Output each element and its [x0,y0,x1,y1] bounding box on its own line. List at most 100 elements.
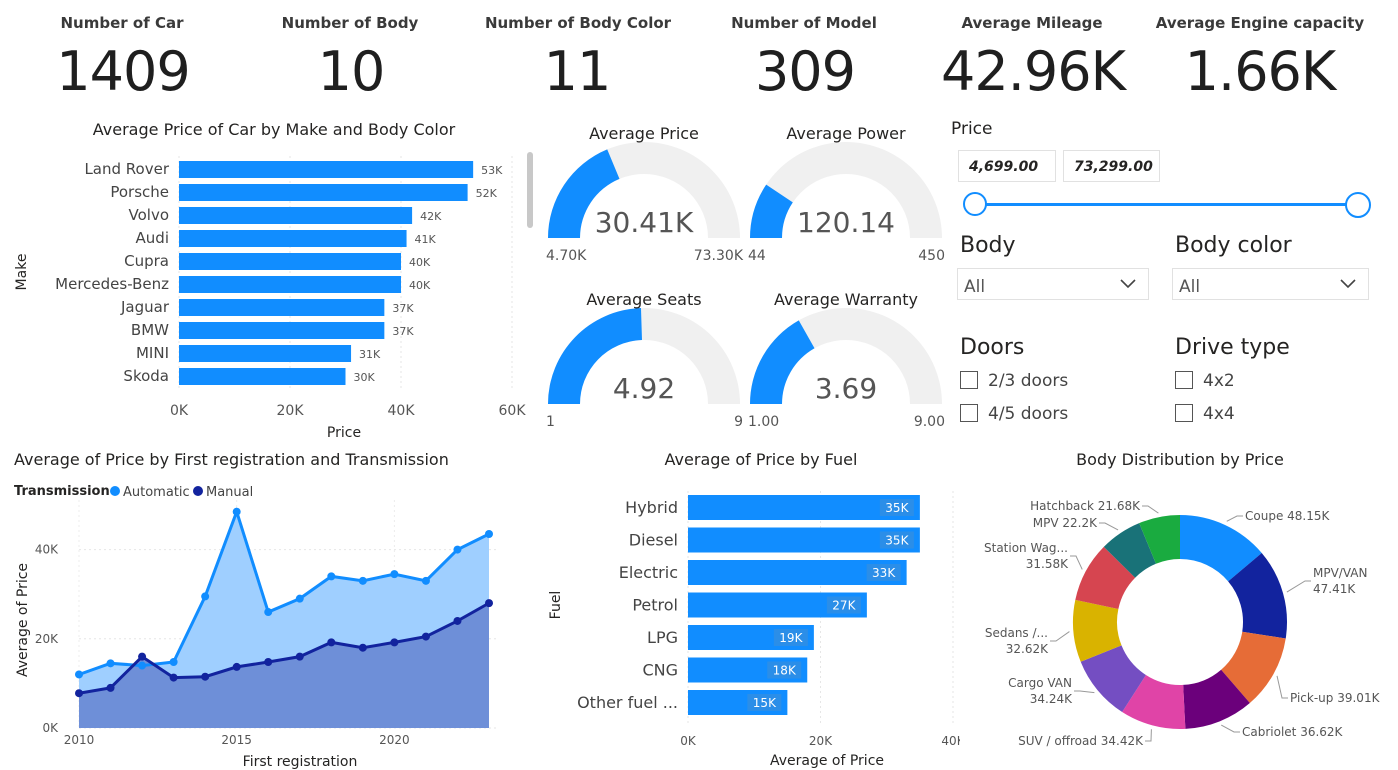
data-point [138,661,147,670]
slice-label: Hatchback 21.68K [1030,499,1141,513]
price-max-input[interactable]: 73,299.00 [1063,150,1160,182]
gauge-fill [750,320,815,404]
kpi-label: Average Engine capacity [1155,14,1365,32]
category-label: Audi [136,229,169,247]
category-label: Petrol [632,596,678,615]
data-label: 35K [885,534,909,548]
body-color-dropdown-value: All [1179,277,1201,297]
leader-line [1050,631,1070,642]
doors-option-2-3[interactable]: 2/3 doors [960,371,1068,391]
x-tick-label: 2020 [379,733,410,747]
data-point [232,662,241,671]
gauge-min-label: 1 [546,414,555,430]
leader-line [1099,522,1119,531]
kpi-value: 10 [317,40,386,103]
data-point [201,592,210,601]
y-tick-label: 0K [42,721,59,735]
leader-line [1070,555,1083,570]
scrollbar-thumb [527,152,533,228]
body-dropdown[interactable]: All [957,268,1149,300]
price-slider-track[interactable] [976,203,1358,206]
slice-value: 47.41K [1313,582,1356,596]
data-point [453,616,462,625]
y-tick-label: 20K [35,632,59,646]
category-label: Mercedes-Benz [55,275,169,293]
gauge-title: Average Power [786,124,906,143]
kpi-value: 1409 [56,40,190,103]
checkbox[interactable] [1175,404,1193,422]
x-tick-label: 0K [170,403,189,419]
gauge-max-label: 9 [734,414,743,430]
kpi-label: Average Mileage [961,14,1103,32]
legend-title: Transmission [14,484,110,499]
doors-option-label: 2/3 doors [988,371,1069,391]
category-label: Land Rover [84,160,169,178]
price-min-input[interactable]: 4,699.00 [958,150,1056,182]
data-point [485,599,493,608]
slice-label: Cargo VAN [1008,676,1072,690]
data-label: 42K [420,210,442,223]
data-point [358,576,367,585]
chevron-down-icon [1118,273,1138,298]
category-label: Volvo [129,206,170,224]
price-slider-max-handle[interactable] [1345,192,1371,218]
price-slider-min-handle[interactable] [963,192,987,216]
x-tick-label: 60K [499,403,527,419]
data-label: 27K [832,599,856,613]
x-axis-label: First registration [243,754,358,770]
data-point [327,638,336,647]
data-point [327,572,336,581]
data-point [421,632,430,641]
category-label: BMW [131,321,169,339]
slice-value: 34.24K [1030,692,1073,706]
x-tick-label: 2010 [64,733,95,747]
data-label: 40K [409,279,431,292]
checkbox[interactable] [1175,371,1193,389]
checkbox[interactable] [960,404,978,422]
x-tick-label: 40K [388,403,416,419]
x-tick-label: 20K [277,403,305,419]
data-point [75,670,83,679]
data-label: 37K [392,302,414,315]
doors-option-4-5[interactable]: 4/5 doors [960,404,1068,424]
data-point [295,652,304,661]
drive-type-option-4x4[interactable]: 4x4 [1175,404,1235,424]
gauges-panel: Average Price 30.41K 4.70K 73.30K Average Po… [546,124,945,430]
body-donut-chart: Body Distribution by Price Coupe 48.15K MP… [984,450,1381,748]
slice-label: Cabriolet 36.62K [1242,725,1344,739]
chart-title: Average Price of Car by Make and Body Co… [93,120,456,139]
data-point [201,672,210,681]
slice-label: SUV / offroad 34.42K [1018,734,1144,748]
category-label: Other fuel ... [577,693,678,712]
bar [179,207,413,224]
y-axis-label: Make [14,254,30,291]
y-axis-label: Fuel [548,591,564,620]
category-label: Diesel [629,531,678,550]
body-color-dropdown[interactable]: All [1172,268,1369,300]
checkbox[interactable] [960,371,978,389]
bar [179,161,474,178]
slice-value: 31.58K [1026,557,1069,571]
data-label: 31K [359,348,381,361]
y-tick-label: 40K [35,543,59,557]
gauge-value: 30.41K [595,206,694,239]
drive-type-option-4x2[interactable]: 4x2 [1175,371,1235,391]
drive-type-option-label: 4x2 [1203,371,1235,391]
leader-line [1142,505,1159,514]
doors-option-label: 4/5 doors [988,404,1069,424]
data-label: 40K [409,256,431,269]
data-label: 53K [481,164,503,177]
legend-label: Automatic [123,485,190,500]
x-axis-label: Average of Price [770,753,884,769]
data-point [138,652,147,661]
kpi-value: 1.66K [1184,40,1337,103]
data-label: 30K [354,371,376,384]
registration-area-chart: Average of Price by First registration a… [14,450,497,770]
price-slicer-title: Price [951,119,993,139]
x-axis-label: Price [327,425,361,441]
y-axis-label: Average of Price [15,563,31,677]
data-point [106,659,115,668]
category-label: Electric [619,563,678,582]
x-tick-label: 20K [809,734,833,748]
gauge-value: 3.69 [815,372,877,405]
